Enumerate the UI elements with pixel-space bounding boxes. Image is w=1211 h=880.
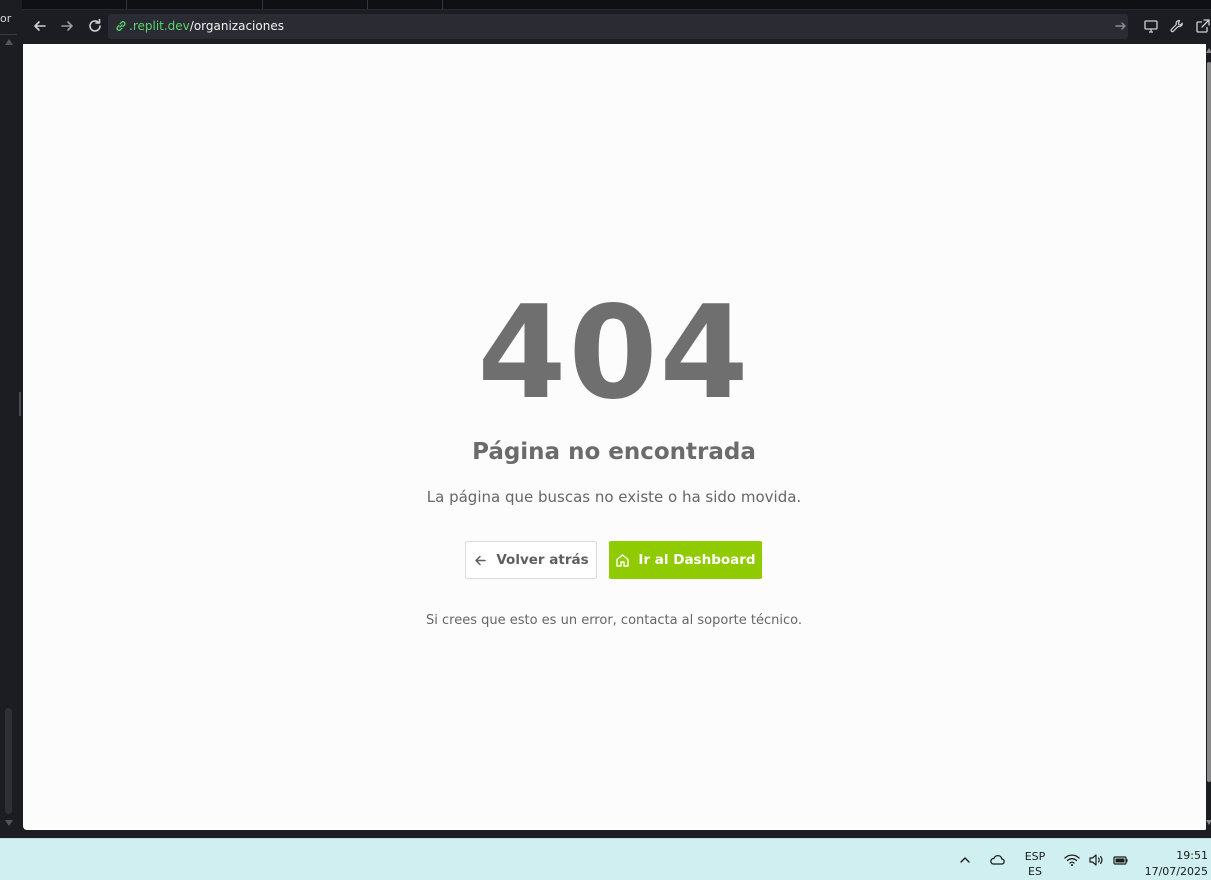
scroll-down-arrow-icon[interactable] [5,820,13,826]
page-scrollbar-thumb[interactable] [1207,62,1211,782]
editor-scrollbar-thumb[interactable] [5,708,12,814]
tab-strip [22,0,1211,10]
system-clock[interactable]: 19:51 17/07/2025 [1140,848,1208,880]
back-arrow-icon[interactable] [31,17,49,35]
url-domain: .replit.dev [129,19,190,33]
clock-date: 17/07/2025 [1144,865,1208,878]
open-external-icon[interactable] [1195,18,1211,34]
editor-side-panel: or [0,0,20,838]
reload-icon[interactable] [86,17,104,35]
dashboard-button[interactable]: Ir al Dashboard [609,541,762,579]
pane-resize-handle[interactable] [19,392,21,416]
page-description: La página que buscas no existe o ha sido… [426,488,802,506]
divider [0,34,17,35]
back-button[interactable]: Volver atrás [465,541,597,579]
chevron-up-icon[interactable] [956,851,974,869]
monitor-icon[interactable] [1143,18,1159,34]
language-code: ESP [1024,850,1046,863]
support-note: Si crees que esto es un error, contacta … [426,613,802,628]
scroll-up-arrow-icon[interactable] [5,39,13,45]
wifi-icon[interactable] [1063,851,1081,869]
scroll-up-arrow-icon[interactable] [1206,48,1211,53]
url-path: /organizaciones [189,19,284,33]
tab-separator [262,0,263,9]
browser-toolbar: .replit.dev/organizaciones [22,10,1211,43]
input-language-indicator[interactable]: ESP ES [1020,849,1050,879]
address-bar[interactable]: .replit.dev/organizaciones [108,14,1128,39]
tab-separator [442,0,443,9]
page-title: Página no encontrada [472,439,756,465]
battery-icon[interactable] [1112,851,1130,869]
clock-time: 19:51 [1176,849,1208,862]
scroll-down-arrow-icon[interactable] [1206,820,1211,825]
taskbar: ESP ES 19:51 17/07/2025 [0,838,1211,880]
speaker-icon[interactable] [1087,851,1105,869]
home-icon [615,553,630,568]
error-code: 404 [477,279,751,428]
page-viewport: 404 Página no encontrada La página que b… [23,44,1208,830]
arrow-left-icon [473,553,488,568]
forward-arrow-icon[interactable] [58,17,76,35]
not-found-page: 404 Página no encontrada La página que b… [23,44,1208,830]
cloud-icon[interactable] [988,851,1006,869]
keyboard-layout: ES [1028,865,1042,878]
go-arrow-icon[interactable] [1113,18,1129,34]
wrench-icon[interactable] [1169,18,1185,34]
back-button-label: Volver atrás [496,552,589,568]
dashboard-button-label: Ir al Dashboard [638,552,756,568]
tab-separator [126,0,127,9]
tab-separator [367,0,368,9]
link-icon [114,19,128,33]
editor-tab-label[interactable]: or [0,12,11,25]
